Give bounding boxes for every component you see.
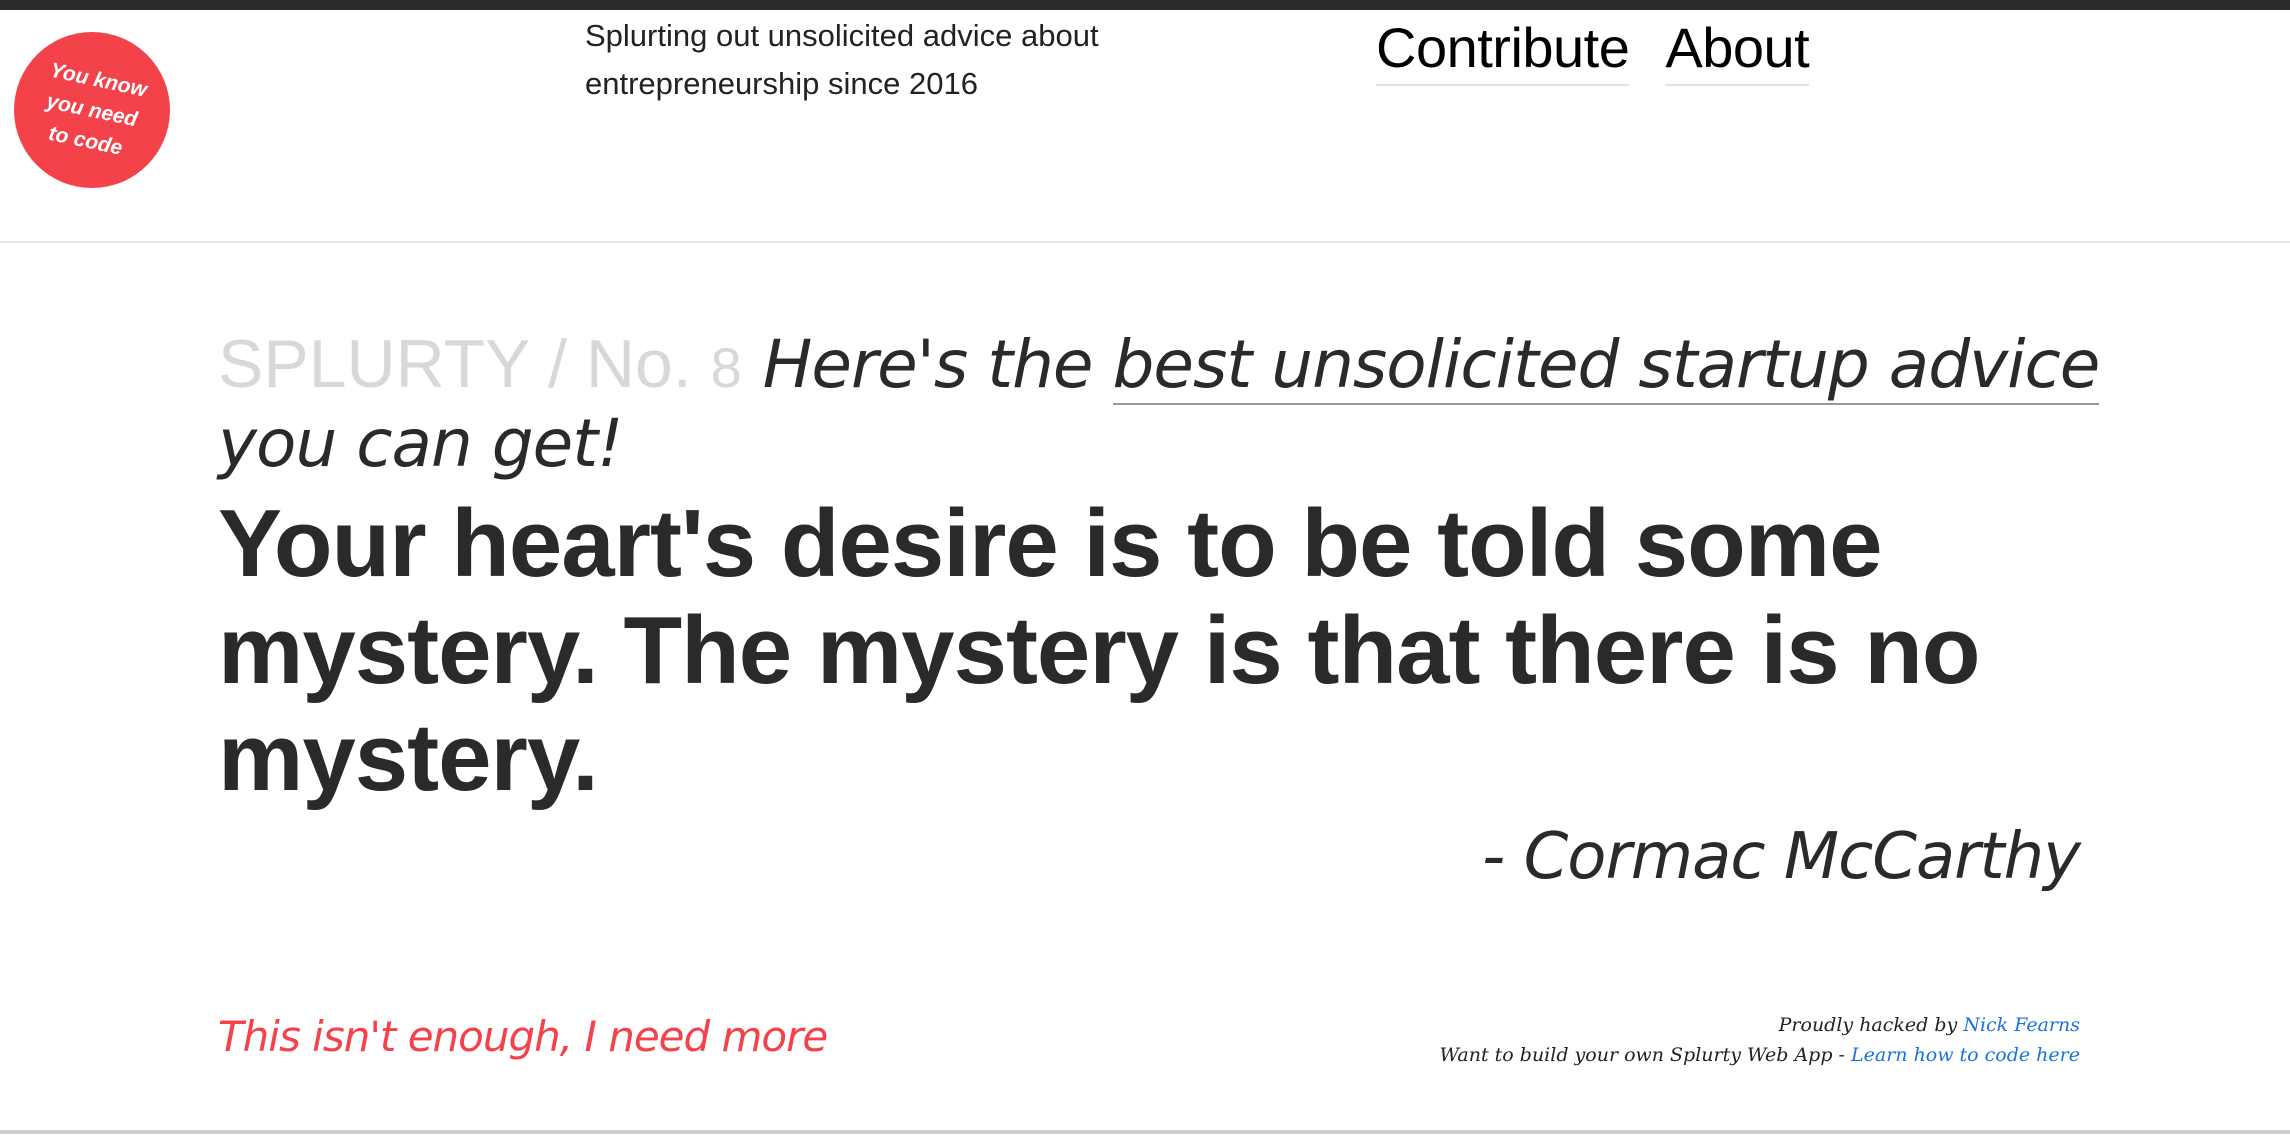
footer-learn: Want to build your own Splurty Web App -… — [1440, 1040, 2080, 1070]
quote-number: 8 — [710, 336, 742, 399]
footer: Proudly hacked by Nick Fearns Want to bu… — [1440, 1010, 2080, 1070]
headline-suffix: you can get! — [218, 405, 624, 482]
page-heading: SPLURTY / No. 8 Here's the best unsolici… — [218, 326, 2118, 482]
more-advice-link[interactable]: This isn't enough, I need more — [218, 1012, 828, 1061]
badge-text: You know you need to code — [24, 52, 161, 168]
quote-text: Your heart's desire is to be told some m… — [218, 490, 1981, 811]
best-advice-link[interactable]: best unsolicited startup advice — [1112, 326, 2100, 405]
tagline-line: Splurting out unsolicited advice about — [585, 18, 1099, 53]
author-link[interactable]: Nick Fearns — [1963, 1014, 2080, 1036]
header-divider — [0, 241, 2290, 243]
main-nav: Contribute About — [1376, 16, 1810, 86]
learn-to-code-link[interactable]: Learn how to code here — [1851, 1044, 2080, 1066]
bottom-border — [0, 1130, 2290, 1134]
quote-author: - Cormac McCarthy — [1482, 820, 2081, 894]
top-bar — [0, 0, 2290, 10]
footer-credit: Proudly hacked by Nick Fearns — [1440, 1010, 2080, 1040]
tagline-line: entrepreneurship since 2016 — [585, 66, 978, 101]
brand-label: SPLURTY / No. 8 — [218, 326, 742, 402]
brand-text: SPLURTY / No. — [218, 326, 692, 402]
footer-credit-text: Proudly hacked by — [1778, 1014, 1958, 1036]
footer-learn-text: Want to build your own Splurty Web App - — [1439, 1044, 1845, 1066]
nav-about-link[interactable]: About — [1665, 16, 1810, 86]
headline-prefix: Here's the — [762, 326, 1094, 403]
you-know-you-need-to-code-badge[interactable]: You know you need to code — [14, 32, 170, 188]
nav-contribute-link[interactable]: Contribute — [1376, 16, 1630, 86]
site-tagline: Splurting out unsolicited advice about e… — [585, 12, 1205, 108]
